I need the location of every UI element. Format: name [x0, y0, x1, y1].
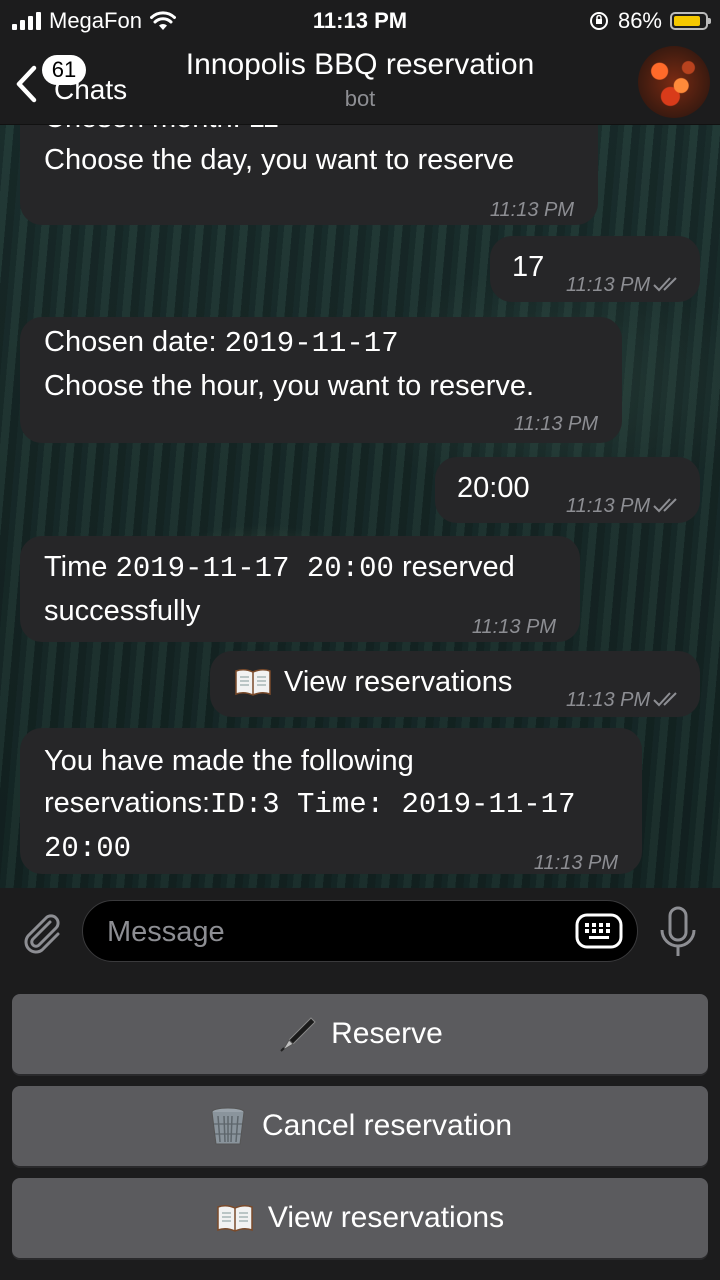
- message-text-part: reserved: [393, 551, 515, 583]
- cancel-reservation-label: Cancel reservation: [261, 1109, 513, 1142]
- reserve-label: Reserve: [331, 1017, 443, 1050]
- message-field[interactable]: [82, 900, 638, 962]
- book-emoji-icon: [217, 1204, 253, 1232]
- back-button[interactable]: Chats 61: [12, 50, 152, 110]
- incoming-message: Chosen month: 11 Choose the day, you wan…: [20, 125, 598, 225]
- unread-badge: 61: [42, 55, 86, 85]
- message-time: 11:13 PM: [566, 495, 651, 517]
- message-input[interactable]: [105, 911, 569, 953]
- outgoing-message: View reservations 11:13 PM: [210, 651, 700, 717]
- cancel-reservation-button[interactable]: Cancel reservation: [12, 1086, 708, 1166]
- message-text-part: Time: [44, 551, 116, 583]
- message-meta: 11:13 PM: [566, 264, 682, 306]
- avatar[interactable]: [638, 46, 710, 118]
- message-meta: 11:13 PM: [566, 485, 682, 527]
- book-emoji-icon: [235, 668, 271, 696]
- message-time: 11:13 PM: [489, 199, 574, 221]
- message-time: 11:13 PM: [471, 616, 556, 638]
- message-text: Chosen month: 11 Choose the day, you wan…: [44, 125, 515, 176]
- incoming-message: You have made the following reservations…: [20, 728, 642, 874]
- message-text-part: reservations:: [44, 787, 211, 819]
- input-bar: [0, 888, 720, 976]
- double-check-icon: [653, 692, 677, 707]
- message-list[interactable]: Chosen month: 11 Choose the day, you wan…: [0, 125, 720, 888]
- message-time: 11:13 PM: [513, 413, 598, 435]
- battery-percent: 86%: [617, 8, 662, 33]
- keyboard-icon[interactable]: [575, 913, 623, 949]
- microphone-icon[interactable]: [658, 906, 698, 960]
- message-text-part: You have made the following: [44, 745, 414, 777]
- fountain-pen-emoji-icon: [280, 1017, 316, 1052]
- reserve-button[interactable]: Reserve: [12, 994, 708, 1074]
- orientation-lock-icon: [589, 12, 608, 30]
- view-reservations-button[interactable]: View reservations: [12, 1178, 708, 1258]
- chat-header: Chats 61 Innopolis BBQ reservation bot: [0, 40, 720, 125]
- incoming-message: Chosen date: 2019-11-17 Choose the hour,…: [20, 317, 622, 443]
- message-time: 11:13 PM: [533, 852, 618, 874]
- double-check-icon: [653, 498, 677, 513]
- battery-icon: [670, 12, 711, 30]
- message-time: 11:13 PM: [566, 274, 651, 296]
- double-check-icon: [653, 277, 677, 292]
- date-value: 2019-11-17: [224, 327, 399, 360]
- chevron-left-icon: [16, 65, 37, 103]
- outgoing-message: 17 11:13 PM: [490, 236, 700, 302]
- message-text-part: Chosen date:: [44, 326, 225, 358]
- chat-title[interactable]: Innopolis BBQ reservation: [150, 48, 570, 82]
- wastebasket-emoji-icon: [211, 1107, 245, 1145]
- paperclip-icon[interactable]: [20, 910, 62, 954]
- outgoing-message: 20:00 11:13 PM: [435, 457, 700, 523]
- chat-subtitle: bot: [344, 86, 376, 111]
- bot-keyboard: Reserve Cancel reservation View reservat…: [0, 976, 720, 1280]
- message-text-part: View reservations: [284, 666, 513, 698]
- message-time: 11:13 PM: [566, 689, 651, 711]
- view-reservations-label: View reservations: [267, 1201, 505, 1234]
- message-text-part: successfully: [44, 595, 201, 627]
- message-text-part: Choose the hour, you want to reserve.: [44, 370, 535, 402]
- status-bar: MegaFon 11:13 PM 86%: [0, 0, 720, 40]
- reservation-time: 20:00: [44, 832, 132, 865]
- datetime-value: 2019-11-17 20:00: [115, 552, 394, 585]
- status-right: 86%: [588, 8, 711, 34]
- message-meta: 11:13 PM: [566, 679, 682, 721]
- message-text: You have made the following reservations…: [44, 740, 618, 870]
- message-text: Chosen date: 2019-11-17 Choose the hour,…: [44, 321, 598, 407]
- reservation-value: ID:3 Time: 2019-11-17: [210, 788, 576, 821]
- incoming-message: Time 2019-11-17 20:00 reserved successfu…: [20, 536, 580, 642]
